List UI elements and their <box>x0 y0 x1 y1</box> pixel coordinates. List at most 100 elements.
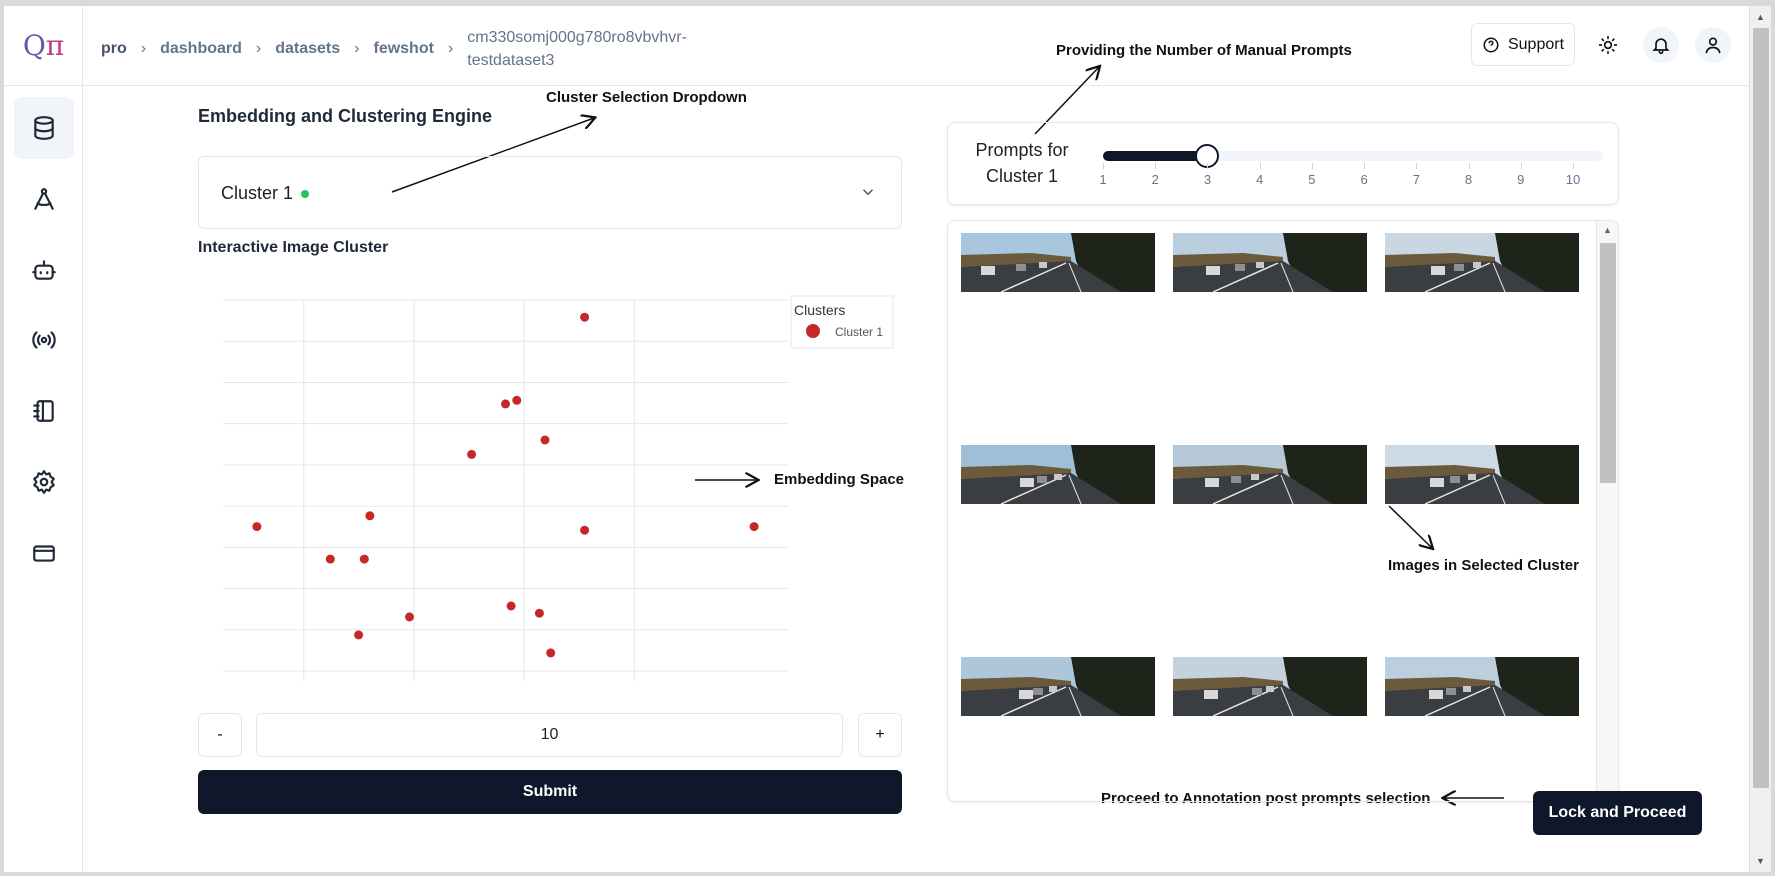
cluster-select[interactable]: Cluster 1 <box>198 156 902 229</box>
scatter-point[interactable] <box>580 525 590 535</box>
notifications-button[interactable] <box>1643 27 1679 63</box>
slider-fill <box>1103 151 1208 161</box>
scatter-point[interactable] <box>506 601 516 611</box>
legend-label: Cluster 1 <box>835 325 883 339</box>
notebook-icon <box>33 400 54 422</box>
breadcrumb-current: cm330somj000g780ro8vbvhvr-testdataset3 <box>467 29 687 69</box>
prompts-panel: Prompts for Cluster 1 1 2 3 4 5 6 7 8 9 10 <box>947 122 1619 205</box>
legend-title: Clusters <box>794 302 845 318</box>
breadcrumb-item[interactable]: fewshot <box>373 40 433 58</box>
sidebar-item-models[interactable] <box>14 239 74 301</box>
slider-tick-label: 1 <box>1099 172 1107 187</box>
scatter-point[interactable] <box>540 435 550 445</box>
user-icon <box>1705 37 1721 54</box>
chevron-right-icon: › <box>140 40 147 57</box>
slider-tick <box>1155 163 1157 169</box>
slider-tick-label: 4 <box>1256 172 1264 187</box>
gallery-image[interactable] <box>961 657 1155 716</box>
gallery-image[interactable] <box>1385 445 1579 504</box>
cluster-image-gallery: ▲ ▼ <box>947 220 1619 802</box>
scatter-point[interactable] <box>580 312 590 322</box>
scatter-point[interactable] <box>749 522 759 532</box>
sidebar-item-annotate[interactable] <box>14 168 74 230</box>
scatter-point[interactable] <box>501 399 510 409</box>
page-scrollbar[interactable]: ▲ ▼ <box>1749 6 1771 872</box>
slider-tick-label: 6 <box>1360 172 1368 187</box>
slider-tick <box>1103 163 1104 169</box>
increment-button[interactable]: + <box>858 713 902 757</box>
sidebar-item-settings[interactable] <box>14 451 74 513</box>
embedding-scatter-plot[interactable]: Clusters Cluster 1 <box>198 276 918 686</box>
slider-tick <box>1520 163 1522 169</box>
sidebar-item-broadcast[interactable] <box>14 309 74 371</box>
logo[interactable]: Qπ <box>4 6 83 86</box>
gallery-scrollbar[interactable]: ▲ ▼ <box>1596 221 1618 801</box>
scatter-point[interactable] <box>354 630 364 640</box>
bell-icon <box>1652 38 1670 55</box>
prompts-slider[interactable]: 1 2 3 4 5 6 7 8 9 10 <box>1099 144 1603 195</box>
decrement-button[interactable]: - <box>198 713 242 757</box>
top-bar: pro › dashboard › datasets › fewshot › c… <box>83 6 1749 86</box>
gallery-image[interactable] <box>1173 445 1367 504</box>
slider-tick-label: 3 <box>1203 172 1212 187</box>
breadcrumb-item[interactable]: datasets <box>275 40 340 58</box>
legend-marker[interactable] <box>806 324 820 338</box>
scatter-point[interactable] <box>405 612 414 622</box>
lock-and-proceed-button[interactable]: Lock and Proceed <box>1533 791 1702 835</box>
cluster-select-value: Cluster 1 <box>221 183 310 204</box>
chevron-down-icon <box>862 189 874 196</box>
chart-legend: Clusters Cluster 1 <box>790 295 894 349</box>
page-scroll-thumb[interactable] <box>1753 28 1769 788</box>
scroll-up-icon[interactable]: ▲ <box>1756 12 1765 22</box>
theme-toggle-button[interactable] <box>1590 27 1626 63</box>
slider-tick-label: 9 <box>1517 172 1525 187</box>
slider-tick-label: 2 <box>1151 172 1159 187</box>
sidebar-item-notebook[interactable] <box>14 380 74 442</box>
slider-tick <box>1468 163 1470 169</box>
gallery-image[interactable] <box>1173 657 1367 716</box>
robot-icon <box>32 260 56 280</box>
user-menu-button[interactable] <box>1695 27 1731 63</box>
database-icon <box>34 116 54 140</box>
chevron-right-icon: › <box>354 40 360 57</box>
chevron-right-icon: › <box>255 40 262 57</box>
gallery-image[interactable] <box>1385 233 1579 292</box>
scroll-up-icon[interactable]: ▲ <box>1603 225 1612 235</box>
submit-button[interactable]: Submit <box>198 770 902 814</box>
scroll-down-icon[interactable]: ▼ <box>1756 856 1765 866</box>
slider-tick <box>1573 163 1574 169</box>
scatter-point[interactable] <box>252 522 262 532</box>
scatter-point[interactable] <box>365 511 375 521</box>
scatter-point[interactable] <box>359 554 369 564</box>
cluster-count-input[interactable]: 10 <box>256 713 843 757</box>
slider-tick <box>1207 163 1209 169</box>
slider-tick-label: 5 <box>1308 172 1316 187</box>
prompts-label: Prompts for Cluster 1 <box>975 140 1069 186</box>
support-button[interactable]: Support <box>1471 23 1575 66</box>
compass-drafting-icon <box>34 188 54 210</box>
slider-tick-label: 7 <box>1412 172 1420 187</box>
scatter-point[interactable] <box>534 608 544 618</box>
annotation-cluster-dropdown: Cluster Selection Dropdown <box>546 89 747 106</box>
gallery-image[interactable] <box>961 233 1155 292</box>
slider-tick <box>1364 163 1366 169</box>
section-title-image-cluster: Interactive Image Cluster <box>198 239 389 256</box>
gallery-image[interactable] <box>961 445 1155 504</box>
scatter-point[interactable] <box>467 449 477 459</box>
slider-tick <box>1259 163 1261 169</box>
sidebar-item-billing[interactable] <box>14 522 74 584</box>
help-circle-icon <box>1483 37 1499 52</box>
broadcast-icon <box>32 331 56 349</box>
gear-icon <box>33 470 55 494</box>
scatter-point[interactable] <box>546 648 556 658</box>
scatter-point[interactable] <box>512 395 522 405</box>
breadcrumb-item[interactable]: dashboard <box>160 40 242 58</box>
gallery-image[interactable] <box>1385 657 1579 716</box>
gallery-image[interactable] <box>1173 233 1367 292</box>
gallery-scroll-thumb[interactable] <box>1600 243 1616 483</box>
breadcrumb-item[interactable]: pro <box>101 40 127 58</box>
slider-tick-label: 10 <box>1565 172 1581 187</box>
chevron-right-icon: › <box>447 40 454 57</box>
sidebar-item-datasets[interactable] <box>14 97 74 159</box>
scatter-point[interactable] <box>325 554 335 564</box>
